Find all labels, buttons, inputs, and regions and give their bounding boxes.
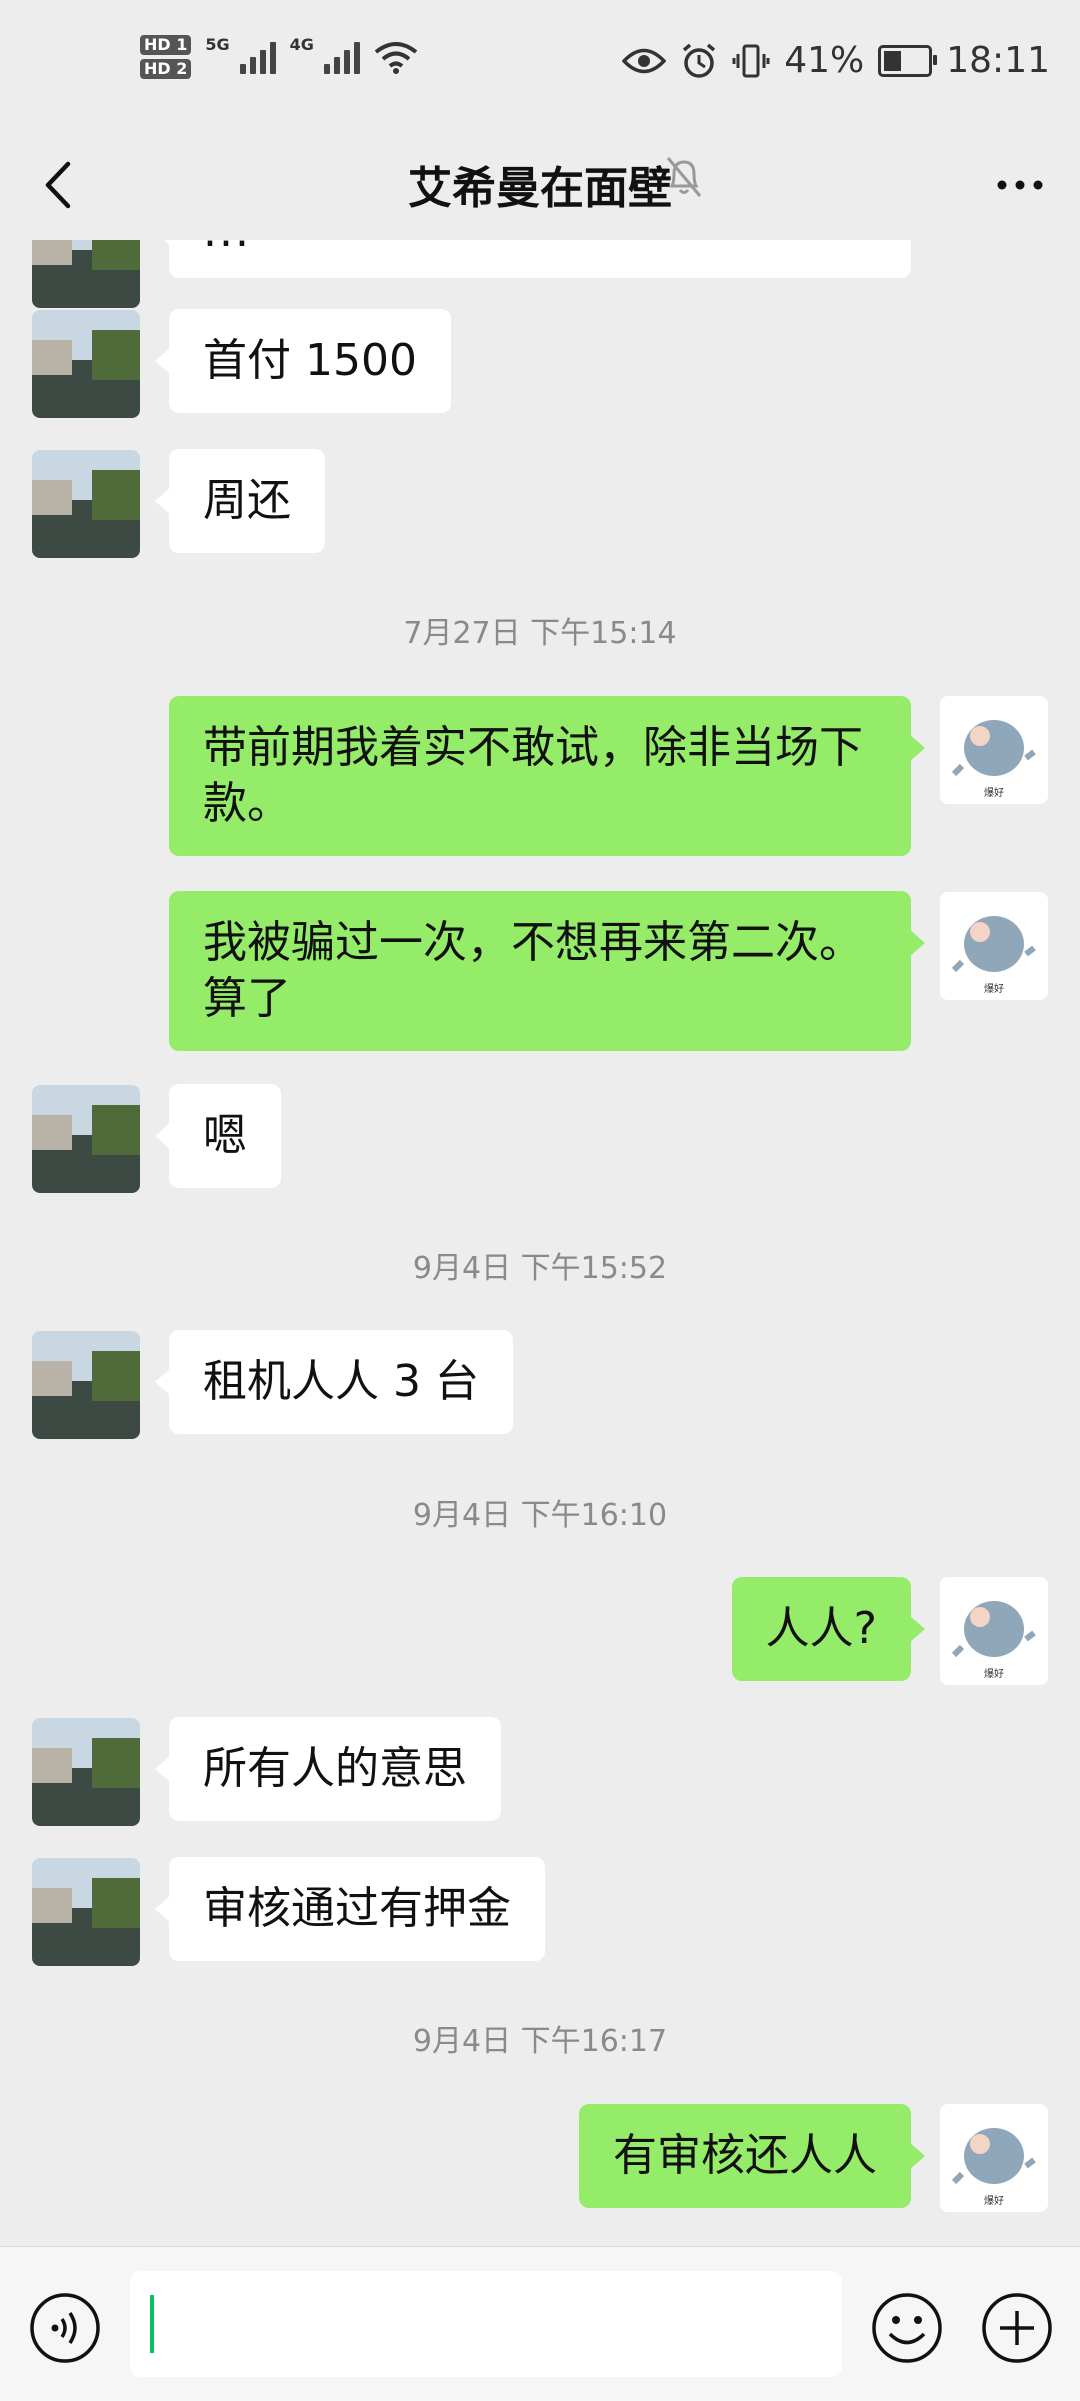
input-bar: [0, 2246, 1080, 2401]
eye-icon: [622, 48, 667, 73]
contact-avatar[interactable]: [32, 1718, 140, 1826]
contact-avatar[interactable]: [32, 1085, 140, 1193]
network-5g-label: 5G: [205, 35, 230, 54]
timestamp: 9月4日 下午16:10: [412, 1498, 668, 1533]
message-bubble-outgoing[interactable]: 有审核还人人: [579, 2104, 925, 2208]
hd-badges: HD 1 HD 2: [140, 35, 192, 79]
network-4g-label: 4G: [289, 35, 314, 54]
self-avatar[interactable]: 爆好: [940, 1577, 1048, 1685]
self-avatar[interactable]: 爆好: [940, 696, 1048, 804]
mute-bell-icon: [666, 157, 702, 197]
message-bubble-incoming[interactable]: 审核通过有押金: [155, 1857, 545, 1961]
message-text: 我被骗过一次，不想再来第二次。算了: [203, 917, 863, 1024]
contact-avatar[interactable]: [32, 1858, 140, 1966]
signal-group: HD 1 HD 2 5G 4G: [140, 35, 418, 79]
message-text: 审核通过有押金: [203, 1883, 511, 1934]
wifi-icon: [374, 42, 418, 74]
avatar-label: 爆好: [984, 787, 1004, 799]
status-bar: HD 1 HD 2 5G 4G 41% 18:11: [0, 0, 1080, 130]
contact-avatar[interactable]: [32, 1331, 140, 1439]
voice-input-icon[interactable]: [28, 2291, 102, 2365]
timestamp: 9月4日 下午16:17: [412, 2024, 668, 2059]
avatar-label: 爆好: [984, 2195, 1004, 2207]
clock-time: 18:11: [946, 40, 1050, 81]
chat-header: 艾希曼在面壁: [0, 130, 1080, 240]
signal-bars-icon: [239, 40, 276, 74]
message-bubble-outgoing[interactable]: 我被骗过一次，不想再来第二次。算了: [169, 891, 925, 1051]
vibrate-icon: [732, 44, 770, 77]
message-bubble-incoming[interactable]: 租机人人 3 台: [155, 1330, 513, 1434]
contact-avatar[interactable]: [32, 310, 140, 418]
message-bubble-incoming[interactable]: 所有人的意思: [155, 1717, 501, 1821]
contact-avatar[interactable]: [32, 450, 140, 558]
message-input[interactable]: [130, 2271, 842, 2377]
message-bubble-incoming[interactable]: 首付 1500: [155, 309, 451, 413]
message-bubble-outgoing[interactable]: 带前期我着实不敢试，除非当场下款。: [169, 696, 925, 856]
message-text: 带前期我着实不敢试，除非当场下款。: [203, 722, 863, 829]
text-caret: [150, 2295, 154, 2353]
message-text: 有审核还人人: [613, 2130, 877, 2181]
self-avatar[interactable]: 爆好: [940, 892, 1048, 1000]
message-bubble-outgoing[interactable]: 人人?: [731, 1577, 926, 1681]
message-text: 所有人的意思: [203, 1743, 467, 1794]
hd1-badge: HD 1: [140, 35, 192, 55]
message-list[interactable]: ... 首付 1500 周还 7月27日 下午15:14 爆好 带前期我着实不敢…: [0, 240, 1080, 2246]
status-right: 41% 18:11: [622, 40, 1050, 81]
signal-bars-2-icon: [323, 40, 360, 74]
battery-percentage: 41%: [784, 40, 865, 81]
message-text: ...: [203, 240, 251, 257]
contact-avatar[interactable]: [32, 240, 140, 308]
message-bubble-incoming-partial[interactable]: ...: [155, 240, 911, 278]
message-text: 周还: [203, 475, 291, 526]
message-bubble-incoming[interactable]: 周还: [155, 449, 325, 553]
chat-title: 艾希曼在面壁: [408, 163, 672, 214]
avatar-label: 爆好: [984, 1668, 1004, 1680]
more-options-icon[interactable]: [990, 160, 1050, 210]
message-text: 人人?: [765, 1603, 877, 1654]
message-bubble-incoming[interactable]: 嗯: [155, 1084, 281, 1188]
timestamp: 7月27日 下午15:14: [403, 616, 677, 651]
alarm-icon: [683, 43, 716, 78]
message-text: 首付 1500: [203, 335, 417, 386]
self-avatar[interactable]: 爆好: [940, 2104, 1048, 2212]
message-text: 嗯: [203, 1110, 247, 1161]
add-more-icon[interactable]: [980, 2291, 1054, 2365]
message-text: 租机人人 3 台: [203, 1356, 479, 1407]
timestamp: 9月4日 下午15:52: [412, 1251, 668, 1286]
battery-icon: [878, 44, 938, 77]
hd2-badge: HD 2: [140, 59, 192, 79]
emoji-icon[interactable]: [870, 2291, 944, 2365]
avatar-label: 爆好: [984, 983, 1004, 995]
